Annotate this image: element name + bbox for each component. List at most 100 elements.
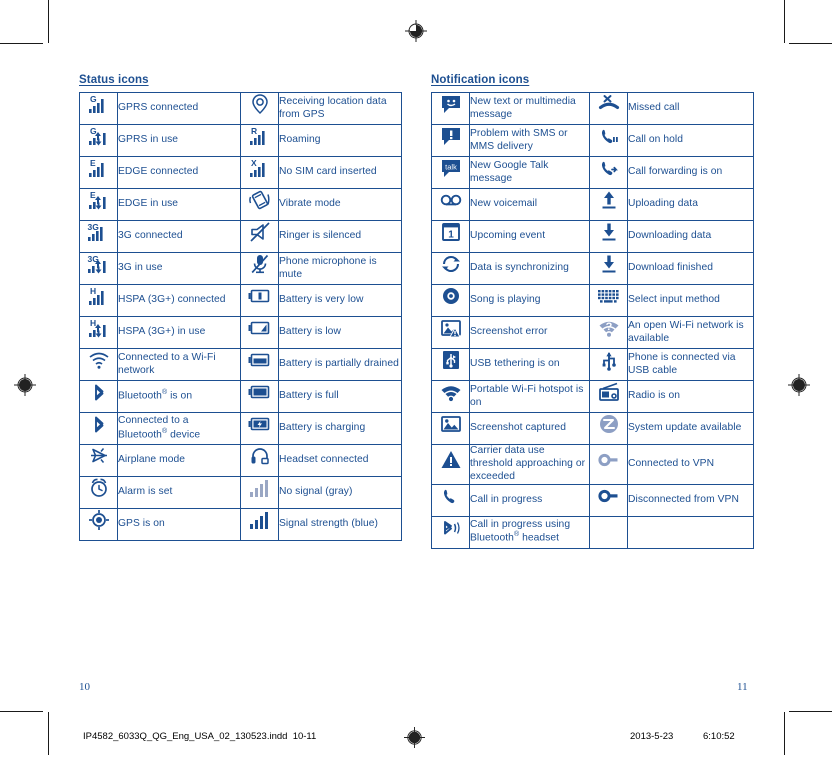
icon-label-cell: Alarm is set bbox=[117, 476, 241, 509]
table-row: USB tethering is on Phone is connected vi… bbox=[431, 348, 754, 381]
signal-edge-connected-icon: E bbox=[84, 157, 114, 183]
icon-label-cell: Call in progress using Bluetooth® headse… bbox=[469, 515, 590, 549]
icon-label-cell: Phone is connected via USB cable bbox=[627, 348, 754, 381]
icon-label-cell: Radio is on bbox=[627, 380, 754, 413]
icon-label-cell: Problem with SMS or MMS delivery bbox=[469, 124, 590, 157]
table-row: Airplane mode Headset connected bbox=[79, 444, 402, 477]
svg-text:?: ? bbox=[605, 321, 612, 333]
svg-text:X: X bbox=[251, 158, 257, 168]
signal-roaming-icon: R bbox=[245, 125, 275, 151]
icon-label-cell: Call forwarding is on bbox=[627, 156, 754, 189]
svg-text:E: E bbox=[90, 190, 96, 200]
icon-cell bbox=[79, 348, 118, 381]
call-bluetooth-headset-icon bbox=[436, 517, 466, 543]
icon-label-cell: Uploading data bbox=[627, 188, 754, 221]
data-sync-icon bbox=[436, 253, 466, 279]
icon-label-cell: Bluetooth® is on bbox=[117, 380, 241, 413]
table-row: G GPRS connected Receiving location data f… bbox=[79, 92, 402, 125]
table-row: New voicemail Uploading data bbox=[431, 188, 754, 221]
icon-label-cell: Carrier data use threshold approaching o… bbox=[469, 444, 590, 485]
svg-text:H: H bbox=[90, 318, 96, 328]
icon-cell bbox=[240, 444, 279, 477]
table-row: New text or multimedia message Missed cal… bbox=[431, 92, 754, 125]
icon-cell bbox=[240, 220, 279, 253]
upload-data-icon bbox=[594, 189, 624, 215]
icon-cell bbox=[431, 252, 470, 285]
icon-label-cell: Disconnected from VPN bbox=[627, 483, 754, 517]
icon-label-cell: Ringer is silenced bbox=[278, 220, 402, 253]
icon-cell bbox=[589, 188, 628, 221]
icon-label-cell: Downloading data bbox=[627, 220, 754, 253]
icon-label-cell: New voicemail bbox=[469, 188, 590, 221]
print-slug-pages: 10-11 bbox=[292, 731, 317, 742]
new-message-icon bbox=[436, 93, 466, 119]
icon-label-cell: Song is playing bbox=[469, 284, 590, 317]
open-wifi-available-icon: ? bbox=[594, 317, 624, 343]
notification-icons-section: Notification icons New text or multimedi… bbox=[431, 74, 754, 549]
table-row: Screenshot captured System update availab… bbox=[431, 412, 754, 445]
select-input-method-icon bbox=[594, 285, 624, 311]
svg-text:E: E bbox=[90, 158, 96, 168]
song-playing-icon bbox=[436, 285, 466, 311]
wifi-connected-icon bbox=[84, 349, 114, 375]
icon-label-cell: Missed call bbox=[627, 92, 754, 125]
icon-cell bbox=[589, 412, 628, 445]
battery-partially-drained-icon bbox=[245, 349, 275, 375]
icon-label-cell: Receiving location data from GPS bbox=[278, 92, 402, 125]
signal-3g-connected-icon: 3G bbox=[84, 221, 114, 247]
icon-cell bbox=[79, 508, 118, 541]
google-talk-message-icon: talk bbox=[436, 157, 466, 183]
icon-label-cell: Signal strength (blue) bbox=[278, 508, 402, 541]
icon-cell bbox=[240, 316, 279, 349]
icon-cell bbox=[431, 515, 470, 549]
icon-label-cell: Battery is charging bbox=[278, 412, 402, 445]
icon-label-cell: Roaming bbox=[278, 124, 402, 157]
notification-icons-table: New text or multimedia message Missed cal… bbox=[431, 92, 754, 549]
icon-label-cell: New text or multimedia message bbox=[469, 92, 590, 125]
icon-label-cell: New Google Talk message bbox=[469, 156, 590, 189]
status-icons-title: Status icons bbox=[79, 74, 149, 86]
table-row: Bluetooth® is on Battery is full bbox=[79, 380, 402, 413]
print-slug-filename: IP4582_6033Q_QG_Eng_USA_02_130523.indd 1… bbox=[83, 731, 316, 742]
icon-label-cell: Portable Wi-Fi hotspot is on bbox=[469, 380, 590, 413]
page-number-left: 10 bbox=[79, 681, 90, 693]
print-slug-date: 2013-5-23 bbox=[630, 731, 674, 742]
icon-label-cell: Download finished bbox=[627, 252, 754, 285]
icon-cell bbox=[240, 188, 279, 221]
icon-cell bbox=[240, 476, 279, 509]
icon-cell: 1 bbox=[431, 220, 470, 253]
microphone-mute-icon bbox=[245, 253, 275, 279]
usb-tethering-icon bbox=[436, 349, 466, 375]
icon-cell bbox=[589, 444, 628, 485]
signal-gprs-connected-icon: G bbox=[84, 93, 114, 119]
missed-call-icon bbox=[594, 93, 624, 119]
radio-on-icon bbox=[594, 381, 624, 407]
svg-text:3G: 3G bbox=[87, 222, 99, 232]
icon-cell bbox=[431, 483, 470, 517]
download-data-icon bbox=[594, 221, 624, 247]
voicemail-icon bbox=[436, 189, 466, 215]
icon-label-cell: Battery is very low bbox=[278, 284, 402, 317]
table-row: H HSPA (3G+) connected Battery is very low bbox=[79, 284, 402, 317]
icon-cell bbox=[431, 348, 470, 381]
icon-label-cell: USB tethering is on bbox=[469, 348, 590, 381]
icon-label-cell: Call in progress bbox=[469, 483, 590, 517]
icon-cell bbox=[240, 252, 279, 285]
call-in-progress-icon bbox=[436, 485, 466, 511]
status-icons-table: G GPRS connected Receiving location data f… bbox=[79, 92, 402, 541]
icon-cell bbox=[431, 380, 470, 413]
icon-label-cell: Vibrate mode bbox=[278, 188, 402, 221]
icon-cell: 3G bbox=[79, 252, 118, 285]
icon-cell bbox=[240, 284, 279, 317]
table-row: Alarm is set No signal (gray) bbox=[79, 476, 402, 509]
icon-cell bbox=[589, 483, 628, 517]
table-row: Screenshot error? An open Wi-Fi network i… bbox=[431, 316, 754, 349]
system-update-icon bbox=[594, 413, 624, 439]
vpn-disconnected-icon bbox=[594, 485, 624, 511]
icon-label-cell: Phone microphone is mute bbox=[278, 252, 402, 285]
table-row: Data is synchronizing Download finished bbox=[431, 252, 754, 285]
airplane-mode-icon bbox=[84, 445, 114, 471]
table-row: Song is playing Select input method bbox=[431, 284, 754, 317]
status-icons-section: Status icons G GPRS connected Receiving lo… bbox=[79, 74, 402, 541]
gps-on-icon bbox=[84, 509, 114, 535]
